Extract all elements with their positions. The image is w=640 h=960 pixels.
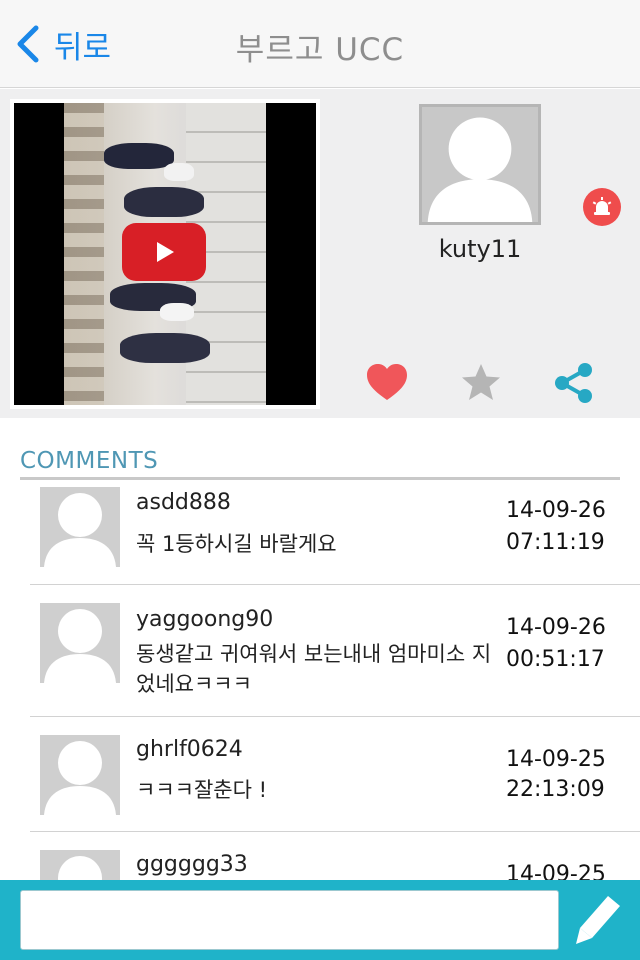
comment-time: 07:11:19	[506, 530, 605, 555]
comment-date: 14-09-26	[506, 498, 606, 523]
play-button[interactable]	[122, 223, 206, 281]
user-silhouette-icon	[40, 487, 120, 567]
comment-date: 14-09-25	[506, 862, 606, 880]
comment-avatar	[40, 487, 120, 567]
media-header: kuty11	[0, 89, 640, 418]
like-button[interactable]	[365, 361, 409, 405]
report-button[interactable]	[583, 188, 621, 226]
video-thumbnail[interactable]	[10, 99, 320, 409]
comment-item[interactable]: gggggg33 14-09-25	[30, 832, 640, 880]
comments-list[interactable]: asdd888 꼭 1등하시길 바랄게요 14-09-26 07:11:19 y…	[0, 480, 640, 880]
comment-username: gggggg33	[136, 852, 248, 877]
share-icon	[555, 363, 592, 403]
user-silhouette-icon	[422, 107, 538, 222]
comment-date: 14-09-25	[506, 747, 606, 772]
video-frame	[14, 103, 316, 405]
heart-icon	[367, 364, 407, 400]
comments-heading: COMMENTS	[20, 448, 159, 474]
comment-item[interactable]: yaggoong90 동생같고 귀여워서 보는내내 엄마미소 지었네요ㅋㅋㅋ 1…	[30, 585, 640, 717]
favorite-button[interactable]	[459, 361, 503, 405]
page-title: 부르고 UCC	[235, 32, 405, 68]
share-button[interactable]	[552, 361, 596, 405]
profile-avatar[interactable]	[419, 104, 541, 225]
user-silhouette-icon	[40, 850, 120, 880]
comment-text: 동생같고 귀여워서 보는내내 엄마미소 지었네요ㅋㅋㅋ	[136, 642, 492, 696]
comment-item[interactable]: ghrlf0624 ㅋㅋㅋ잘춘다 ! 14-09-25 22:13:09	[30, 717, 640, 832]
comment-avatar	[40, 735, 120, 815]
comment-time: 22:13:09	[506, 777, 605, 802]
user-silhouette-icon	[40, 735, 120, 815]
star-icon	[462, 364, 500, 400]
user-silhouette-icon	[40, 603, 120, 683]
comment-text: ㅋㅋㅋ잘춘다 !	[136, 778, 268, 802]
comment-username: asdd888	[136, 490, 231, 515]
comment-item[interactable]: asdd888 꼭 1등하시길 바랄게요 14-09-26 07:11:19	[30, 480, 640, 585]
comment-date: 14-09-26	[506, 615, 606, 640]
comment-avatar	[40, 603, 120, 683]
comment-time: 00:51:17	[506, 647, 605, 672]
comment-username: ghrlf0624	[136, 737, 243, 762]
comment-username: yaggoong90	[136, 607, 274, 632]
comment-composer	[0, 880, 640, 960]
comment-text: 꼭 1등하시길 바랄게요	[136, 532, 337, 556]
navigation-bar: 뒤로 부르고 UCC	[0, 0, 640, 88]
comment-input[interactable]	[20, 890, 559, 950]
write-comment-button[interactable]	[574, 892, 624, 948]
comment-avatar	[40, 850, 120, 880]
siren-icon	[592, 197, 612, 215]
pencil-icon	[576, 896, 620, 944]
play-icon	[157, 242, 174, 262]
profile-username: kuty11	[438, 235, 522, 263]
